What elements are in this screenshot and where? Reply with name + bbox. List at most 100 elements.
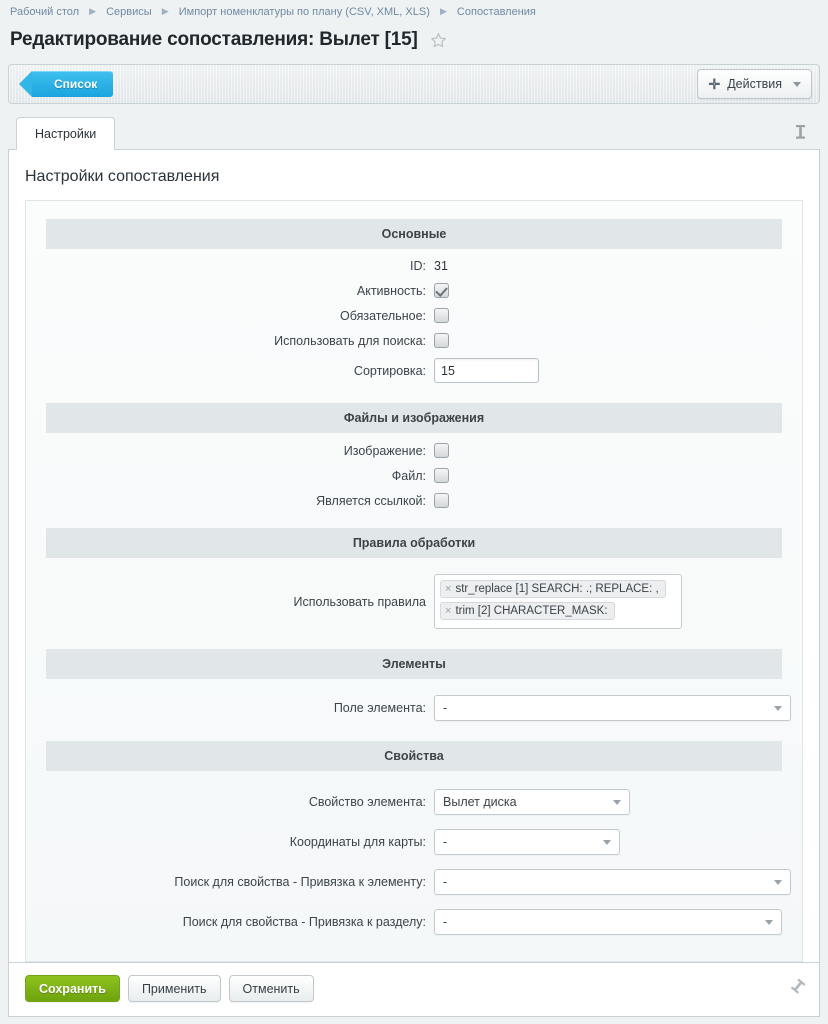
- field-label-element-field: Поле элемента:: [333, 701, 426, 715]
- checkbox-file[interactable]: [434, 468, 449, 483]
- chevron-down-icon: [774, 705, 782, 711]
- section-body-rules: Использовать правила × str_replace [1] S…: [26, 558, 802, 641]
- title-row: Редактирование сопоставления: Вылет [15]: [0, 20, 828, 56]
- cancel-button-label: Отменить: [242, 981, 300, 996]
- apply-button[interactable]: Применить: [127, 975, 221, 1002]
- page-title: Редактирование сопоставления: Вылет [15]: [10, 29, 418, 50]
- field-row-sort: Сортировка:: [26, 358, 802, 383]
- field-label-required: Обязательное:: [340, 308, 426, 323]
- field-row-search-element: Поиск для свойства - Привязка к элементу…: [26, 869, 802, 895]
- chevron-down-icon: [765, 919, 773, 925]
- actions-label: Действия: [727, 77, 782, 91]
- rule-tag[interactable]: × trim [2] CHARACTER_MASK:: [440, 602, 615, 620]
- chevron-down-icon: [793, 81, 801, 87]
- select-search-section[interactable]: -: [434, 909, 782, 935]
- field-label-active: Активность:: [356, 283, 426, 298]
- section-body-main: ID: 31 Активность: Обязательное: Использ…: [26, 249, 802, 395]
- breadcrumb-separator-icon: ▶: [161, 6, 169, 16]
- field-row-image: Изображение:: [26, 443, 802, 458]
- field-label-map-coords: Координаты для карты:: [289, 835, 426, 849]
- cancel-button[interactable]: Отменить: [228, 975, 314, 1002]
- remove-tag-icon[interactable]: ×: [445, 605, 451, 617]
- breadcrumb-item-3[interactable]: Сопоставления: [457, 6, 536, 18]
- field-row-search-section: Поиск для свойства - Привязка к разделу:…: [26, 909, 802, 935]
- chevron-down-icon: [613, 799, 621, 805]
- select-map-coords[interactable]: -: [434, 829, 620, 855]
- select-search-element[interactable]: -: [434, 869, 791, 895]
- field-label-sort: Сортировка:: [353, 363, 426, 378]
- tab-list: Настройки: [8, 117, 116, 150]
- field-row-file: Файл:: [26, 468, 802, 483]
- field-row-active: Активность:: [26, 283, 802, 298]
- checkbox-use-for-search[interactable]: [434, 333, 449, 348]
- field-row-map-coords: Координаты для карты: -: [26, 829, 802, 855]
- footer-pin-button[interactable]: [790, 978, 806, 998]
- section-body-elements: Поле элемента: -: [26, 679, 802, 733]
- section-header-elements: Элементы: [46, 649, 782, 679]
- select-map-coords-value: -: [443, 835, 448, 849]
- field-row-id: ID: 31: [26, 259, 802, 273]
- field-label-id: ID:: [410, 259, 426, 273]
- select-element-property[interactable]: Вылет диска: [434, 789, 630, 815]
- panel-title: Настройки сопоставления: [25, 168, 220, 185]
- breadcrumb-separator-icon: ▶: [439, 6, 447, 16]
- settings-panel: Настройки сопоставления Основные ID: 31 …: [8, 150, 820, 963]
- section-header-rules: Правила обработки: [46, 528, 782, 558]
- field-row-element-property: Свойство элемента: Вылет диска: [26, 789, 802, 815]
- pin-icon: [790, 978, 806, 994]
- field-value-id: 31: [434, 259, 448, 273]
- remove-tag-icon[interactable]: ×: [445, 583, 451, 595]
- back-to-list-button[interactable]: Список: [18, 71, 114, 97]
- tab-pin-button[interactable]: [795, 124, 820, 149]
- select-element-property-value: Вылет диска: [443, 795, 517, 809]
- field-label-search-element: Поиск для свойства - Привязка к элементу…: [174, 875, 426, 889]
- rule-tag-label: str_replace [1] SEARCH: .; REPLACE: ,: [455, 583, 659, 595]
- toolbar: Список ✛ Действия: [8, 64, 820, 104]
- rules-tag-box[interactable]: × str_replace [1] SEARCH: .; REPLACE: , …: [434, 574, 682, 629]
- field-label-image: Изображение:: [343, 443, 426, 458]
- breadcrumb-item-0[interactable]: Рабочий стол: [10, 6, 79, 18]
- field-label-search-section: Поиск для свойства - Привязка к разделу:: [182, 915, 426, 929]
- pin-icon: [796, 125, 805, 139]
- select-element-field-value: -: [443, 701, 448, 715]
- select-element-field[interactable]: -: [434, 695, 791, 721]
- field-row-use-for-search: Использовать для поиска:: [26, 333, 802, 348]
- rule-tag-label: trim [2] CHARACTER_MASK:: [455, 605, 608, 617]
- chevron-down-icon: [603, 839, 611, 845]
- breadcrumb-item-1[interactable]: Сервисы: [106, 6, 152, 18]
- sort-input[interactable]: [434, 358, 539, 383]
- rule-tag[interactable]: × str_replace [1] SEARCH: .; REPLACE: ,: [440, 580, 666, 598]
- select-search-element-value: -: [443, 875, 448, 889]
- breadcrumb: Рабочий стол ▶ Сервисы ▶ Импорт номенкла…: [0, 0, 828, 20]
- star-outline-icon[interactable]: [430, 32, 447, 49]
- save-button[interactable]: Сохранить: [25, 975, 120, 1002]
- save-button-label: Сохранить: [39, 981, 106, 996]
- checkbox-active[interactable]: [434, 283, 449, 298]
- checkbox-is-link[interactable]: [434, 493, 449, 508]
- field-row-is-link: Является ссылкой:: [26, 493, 802, 508]
- apply-button-label: Применить: [141, 981, 207, 996]
- field-label-use-for-search: Использовать для поиска:: [274, 333, 426, 348]
- select-search-section-value: -: [443, 915, 448, 929]
- page-root: Рабочий стол ▶ Сервисы ▶ Импорт номенкла…: [0, 0, 828, 1024]
- checkbox-required[interactable]: [434, 308, 449, 323]
- chevron-down-icon: [774, 879, 782, 885]
- settings-form: Основные ID: 31 Активность: Обязательное…: [25, 200, 803, 962]
- field-label-is-link: Является ссылкой:: [316, 493, 426, 508]
- checkbox-image[interactable]: [434, 443, 449, 458]
- breadcrumb-separator-icon: ▶: [89, 6, 97, 16]
- tab-settings[interactable]: Настройки: [16, 117, 116, 150]
- plus-icon: ✛: [708, 76, 721, 92]
- field-row-element-field: Поле элемента: -: [26, 695, 802, 721]
- tab-strip: Настройки: [8, 116, 820, 150]
- form-footer: Сохранить Применить Отменить: [8, 963, 820, 1017]
- field-row-use-rules: Использовать правила × str_replace [1] S…: [26, 574, 802, 629]
- field-label-file: Файл:: [391, 468, 426, 483]
- field-label-use-rules: Использовать правила: [293, 594, 426, 609]
- breadcrumb-item-2[interactable]: Импорт номенклатуры по плану (CSV, XML, …: [179, 6, 430, 18]
- actions-button[interactable]: ✛ Действия: [697, 69, 812, 99]
- field-label-element-property: Свойство элемента:: [308, 795, 426, 809]
- footer-buttons: Сохранить Применить Отменить: [25, 975, 314, 1002]
- section-header-files: Файлы и изображения: [46, 403, 782, 433]
- section-body-properties: Свойство элемента: Вылет диска Координат…: [26, 771, 802, 943]
